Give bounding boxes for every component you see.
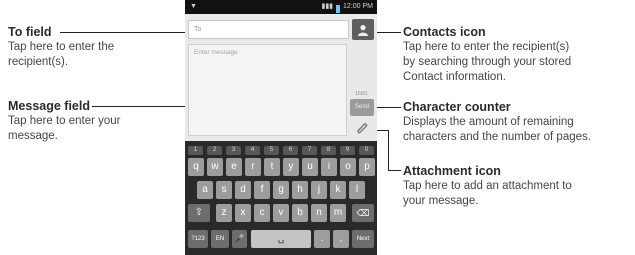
key-z[interactable]: z <box>216 204 232 222</box>
to-field[interactable]: To <box>188 20 349 39</box>
status-time: 12:00 PM <box>343 3 373 10</box>
microphone-icon: 🎤 <box>234 234 245 243</box>
language-key[interactable]: EN <box>211 230 229 248</box>
backspace-key[interactable]: ⌫ <box>352 204 374 222</box>
key-x[interactable]: x <box>235 204 251 222</box>
status-icons: ▮▮▮ 12:00 PM <box>321 0 373 14</box>
key-y[interactable]: y <box>283 158 299 176</box>
key-o[interactable]: o <box>340 158 356 176</box>
character-counter-callout-title: Character counter <box>403 100 511 114</box>
character-counter-callout-desc-2: characters and the number of pages. <box>403 131 591 143</box>
attachment-icon-callout: Attachment icon Tap here to add an attac… <box>403 163 633 209</box>
character-counter-callout-desc-1: Displays the amount of remaining <box>403 116 574 128</box>
to-field-leader-line <box>60 32 190 33</box>
key-h[interactable]: h <box>292 181 308 199</box>
key-e[interactable]: e <box>226 158 242 176</box>
voice-input-key[interactable]: 🎤 <box>232 230 247 248</box>
space-key[interactable]: ␣ <box>251 230 311 248</box>
notification-icon: ▼ <box>190 3 197 10</box>
key-p[interactable]: p <box>359 158 375 176</box>
key-6[interactable]: 6 <box>283 146 298 155</box>
key-l[interactable]: l <box>349 181 365 199</box>
contacts-icon-callout-desc-3: Contact information. <box>403 71 506 83</box>
attachment-icon-callout-title: Attachment icon <box>403 164 501 178</box>
key-t[interactable]: t <box>264 158 280 176</box>
paperclip-icon <box>357 123 368 134</box>
attachment-icon-leader-h2 <box>388 170 401 171</box>
send-button[interactable]: Send <box>350 99 374 116</box>
message-field[interactable]: Enter message <box>188 44 347 136</box>
key-4[interactable]: 4 <box>245 146 260 155</box>
key-j[interactable]: j <box>311 181 327 199</box>
key-m[interactable]: m <box>330 204 346 222</box>
key-d[interactable]: d <box>235 181 251 199</box>
contacts-button[interactable] <box>352 19 374 40</box>
key-a[interactable]: a <box>197 181 213 199</box>
attachment-icon-callout-desc-1: Tap here to add an attachment to <box>403 180 572 192</box>
contacts-icon-leader-line <box>375 32 401 33</box>
attachment-icon-leader-v <box>388 130 389 170</box>
contact-person-icon <box>358 24 368 36</box>
key-k[interactable]: k <box>330 181 346 199</box>
attachment-icon-callout-desc-2: your message. <box>403 195 479 207</box>
period-key[interactable]: . <box>314 230 330 248</box>
message-field-callout: Message field Tap here to enter your mes… <box>8 98 178 144</box>
message-field-callout-desc-1: Tap here to enter your <box>8 115 121 127</box>
to-field-callout-desc-1: Tap here to enter the <box>8 41 115 53</box>
key-q[interactable]: q <box>188 158 204 176</box>
to-field-callout: To field Tap here to enter the recipient… <box>8 24 178 70</box>
key-b[interactable]: b <box>292 204 308 222</box>
symbols-key[interactable]: ?123 <box>188 230 208 248</box>
key-2[interactable]: 2 <box>207 146 222 155</box>
key-7[interactable]: 7 <box>302 146 317 155</box>
compose-area: To Enter message 160/1 Send <box>185 14 377 141</box>
character-counter-callout: Character counter Displays the amount of… <box>403 99 633 145</box>
key-f[interactable]: f <box>254 181 270 199</box>
message-field-leader-line <box>92 106 190 107</box>
key-0[interactable]: 0 <box>359 146 374 155</box>
phone-screen: ▼ ▮▮▮ 12:00 PM To Enter message 160/1 Se… <box>185 0 377 255</box>
character-counter-leader-line <box>375 107 401 108</box>
signal-icon: ▮▮▮ <box>321 3 334 10</box>
key-8[interactable]: 8 <box>321 146 336 155</box>
contacts-icon-callout-desc-1: Tap here to enter the recipient(s) <box>403 41 570 53</box>
status-bar: ▼ ▮▮▮ 12:00 PM <box>185 0 377 14</box>
battery-icon <box>336 4 341 13</box>
backspace-icon: ⌫ <box>356 208 370 218</box>
contacts-icon-callout-desc-2: by searching through your stored <box>403 56 572 68</box>
key-i[interactable]: i <box>321 158 337 176</box>
key-n[interactable]: n <box>311 204 327 222</box>
to-field-callout-desc-2: recipient(s). <box>8 56 69 68</box>
key-9[interactable]: 9 <box>340 146 355 155</box>
key-r[interactable]: r <box>245 158 261 176</box>
key-1[interactable]: 1 <box>188 146 203 155</box>
attachment-button[interactable] <box>352 120 372 136</box>
key-3[interactable]: 3 <box>226 146 241 155</box>
key-s[interactable]: s <box>216 181 232 199</box>
key-c[interactable]: c <box>254 204 270 222</box>
key-u[interactable]: u <box>302 158 318 176</box>
next-key[interactable]: Next <box>352 230 374 248</box>
message-field-callout-desc-2: message. <box>8 130 58 142</box>
key-g[interactable]: g <box>273 181 289 199</box>
key-w[interactable]: w <box>207 158 223 176</box>
contacts-icon-callout-title: Contacts icon <box>403 25 486 39</box>
comma-key[interactable]: , <box>333 230 349 248</box>
key-5[interactable]: 5 <box>264 146 279 155</box>
keyboard: 1 2 3 4 5 6 7 8 9 0 q w e r t y u i o p … <box>185 141 377 255</box>
space-bar-icon: ␣ <box>277 233 285 244</box>
key-v[interactable]: v <box>273 204 289 222</box>
character-counter: 160/1 <box>355 91 368 97</box>
shift-key[interactable]: ⇧ <box>188 204 210 222</box>
contacts-icon-callout: Contacts icon Tap here to enter the reci… <box>403 24 633 85</box>
shift-icon: ⇧ <box>194 207 204 218</box>
